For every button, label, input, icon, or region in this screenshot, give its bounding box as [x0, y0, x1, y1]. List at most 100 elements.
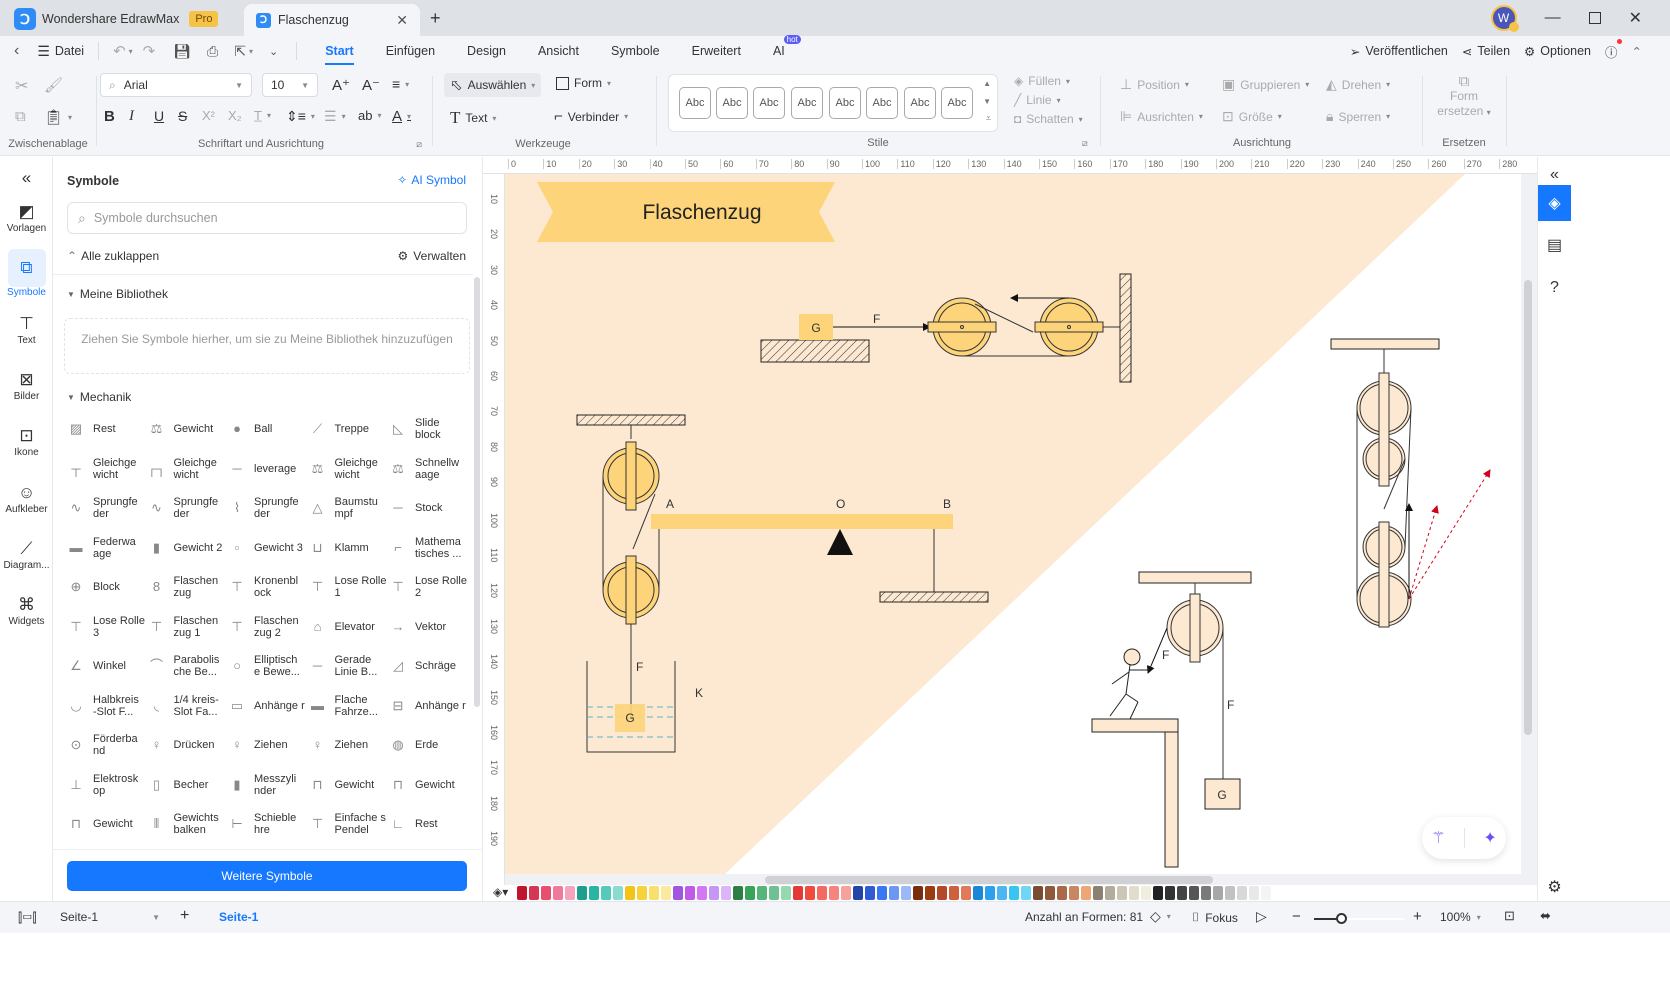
layers-icon[interactable]: ◇ ▾	[1150, 908, 1171, 925]
add-page-button[interactable]: +	[180, 907, 189, 925]
zoom-slider[interactable]	[1314, 913, 1404, 924]
gallery-down-icon[interactable]: ▼	[983, 97, 991, 106]
style-swatch[interactable]: Abc	[679, 87, 711, 119]
color-swatch[interactable]	[1069, 886, 1079, 900]
gallery-expand-icon[interactable]: ⩡	[986, 113, 991, 124]
symbol-item[interactable]: ⊤ Einfache s Pendel	[307, 806, 387, 842]
color-swatch[interactable]	[997, 886, 1007, 900]
symbol-item[interactable]: 8 Flaschen zug	[146, 569, 226, 605]
help-icon[interactable]: ?	[1538, 270, 1571, 306]
italic-icon[interactable]: I	[129, 108, 134, 125]
symbol-item[interactable]: ⊓ Gewicht	[387, 767, 467, 803]
symbol-item[interactable]: ⊥ Elektrosk op	[65, 767, 145, 803]
vertical-scrollbar[interactable]	[1524, 280, 1532, 735]
rotate-button[interactable]: ◭ Drehen ▾	[1326, 76, 1390, 93]
strikethrough-icon[interactable]: S	[178, 108, 187, 124]
color-swatch[interactable]	[613, 886, 623, 900]
color-swatch[interactable]	[601, 886, 611, 900]
tab-einfuegen[interactable]: Einfügen	[370, 36, 451, 66]
tab-ai[interactable]: AI hot	[757, 35, 801, 66]
title-banner[interactable]: Flaschenzug	[537, 182, 835, 242]
symbol-item[interactable]: ┬ Gleichge wicht	[65, 451, 145, 487]
symbol-item[interactable]: ○ Elliptisch e Bewe...	[226, 648, 306, 684]
font-color-icon[interactable]: A ▾	[392, 108, 411, 125]
color-swatch[interactable]	[973, 886, 983, 900]
symbol-item[interactable]: ⊓ Gewicht	[307, 767, 387, 803]
color-swatch[interactable]	[733, 886, 743, 900]
symbol-item[interactable]: ▮ Messzyli nder	[226, 767, 306, 803]
color-swatch[interactable]	[1057, 886, 1067, 900]
minimize-icon[interactable]: —	[1545, 9, 1561, 27]
style-swatch[interactable]: Abc	[866, 87, 898, 119]
color-swatch[interactable]	[565, 886, 575, 900]
color-swatch[interactable]	[1225, 886, 1235, 900]
rail-item-widgets[interactable]: ⌘ Widgets	[0, 594, 53, 627]
symbol-item[interactable]: ▫ Gewicht 3	[226, 530, 306, 566]
style-swatch[interactable]: Abc	[791, 87, 823, 119]
symbol-item[interactable]: ⊕ Block	[65, 569, 145, 605]
superscript-icon[interactable]: X²	[202, 108, 215, 123]
symbol-item[interactable]: ⊢ Schieble hre	[226, 806, 306, 842]
underline-icon[interactable]: U	[154, 108, 164, 124]
color-swatch[interactable]	[1153, 886, 1163, 900]
font-family-select[interactable]: ⌕ Arial ▼	[100, 73, 252, 97]
fit-width-icon[interactable]: ⬌	[1540, 908, 1551, 924]
symbol-item[interactable]: ◍ Erde	[387, 727, 467, 763]
symbol-item[interactable]: ┌┐ Gleichge wicht	[146, 451, 226, 487]
color-swatch[interactable]	[745, 886, 755, 900]
tab-start[interactable]: Start	[309, 36, 369, 66]
zoom-out-button[interactable]: −	[1292, 908, 1301, 925]
symbol-item[interactable]: ♀ Ziehen	[226, 727, 306, 763]
select-tool[interactable]: ⬁ Auswählen ▾	[444, 73, 542, 97]
style-swatch[interactable]: Abc	[829, 87, 861, 119]
magic-wand-icon[interactable]: ⚚	[1431, 828, 1445, 848]
color-swatch[interactable]	[589, 886, 599, 900]
more-symbols-button[interactable]: Weitere Symbole	[67, 861, 467, 891]
tab-erweitert[interactable]: Erweitert	[676, 36, 757, 66]
symbol-item[interactable]: ▮ Gewicht 2	[146, 530, 226, 566]
format-painter-icon[interactable]: 🖌︎	[44, 76, 63, 94]
options-button[interactable]: ⚙ Optionen	[1524, 44, 1591, 59]
block-and-tackle-diagram[interactable]	[1330, 338, 1491, 628]
symbol-item[interactable]: ∠ Winkel	[65, 648, 145, 684]
bold-icon[interactable]: B	[104, 108, 115, 125]
align-button[interactable]: ⊫ Ausrichten ▾	[1120, 108, 1203, 125]
font-size-select[interactable]: 10 ▼	[262, 73, 318, 97]
symbol-item[interactable]: ─ leverage	[226, 451, 306, 487]
app-tab[interactable]: Ↄ Wondershare EdrawMax Pro	[14, 6, 219, 32]
manage-button[interactable]: ⚙ Verwalten	[398, 249, 466, 263]
color-swatch[interactable]	[1189, 886, 1199, 900]
zoom-in-button[interactable]: +	[1413, 908, 1422, 925]
color-swatch[interactable]	[949, 886, 959, 900]
close-window-icon[interactable]: ✕	[1629, 8, 1642, 28]
symbol-item[interactable]: ─ Gerade Linie B...	[307, 648, 387, 684]
color-swatch[interactable]	[649, 886, 659, 900]
zoom-slider-handle[interactable]	[1336, 913, 1347, 924]
publish-button[interactable]: ➢ Veröffentlichen	[1350, 44, 1448, 59]
maximize-icon[interactable]	[1588, 12, 1601, 24]
ai-sparkle-icon[interactable]: ✦	[1483, 828, 1496, 848]
person-pulley-diagram[interactable]: G F F	[1091, 571, 1252, 868]
color-swatch[interactable]	[877, 886, 887, 900]
decrease-font-icon[interactable]: A⁻	[362, 76, 380, 94]
play-icon[interactable]: ▷	[1256, 908, 1267, 925]
page-properties-icon[interactable]: ▤	[1538, 227, 1571, 263]
color-swatch[interactable]	[925, 886, 935, 900]
color-swatch[interactable]	[1117, 886, 1127, 900]
tab-design[interactable]: Design	[451, 36, 522, 66]
share-button[interactable]: ⋖ Teilen	[1462, 44, 1510, 59]
color-swatch[interactable]	[1021, 886, 1031, 900]
export-icon[interactable]: ⇱	[234, 43, 246, 60]
increase-font-icon[interactable]: A⁺	[332, 76, 350, 94]
color-swatch[interactable]	[1105, 886, 1115, 900]
library-dropzone[interactable]: Ziehen Sie Symbole hierher, um sie zu Me…	[64, 318, 470, 374]
collapse-all-button[interactable]: ⌃ Alle zuklappen	[67, 249, 159, 263]
tab-symbole[interactable]: Symbole	[595, 36, 676, 66]
settings-gear-icon[interactable]: ⚙	[1538, 869, 1571, 905]
symbol-item[interactable]: ⊤ Lose Rolle 2	[387, 569, 467, 605]
color-swatch[interactable]	[1213, 886, 1223, 900]
symbol-item[interactable]: ∟ Rest	[387, 806, 467, 842]
tab-ansicht[interactable]: Ansicht	[522, 36, 595, 66]
fill-color-picker-icon[interactable]: ◈▾	[493, 885, 508, 899]
bullets-icon[interactable]: ☰ ▾	[324, 108, 346, 125]
